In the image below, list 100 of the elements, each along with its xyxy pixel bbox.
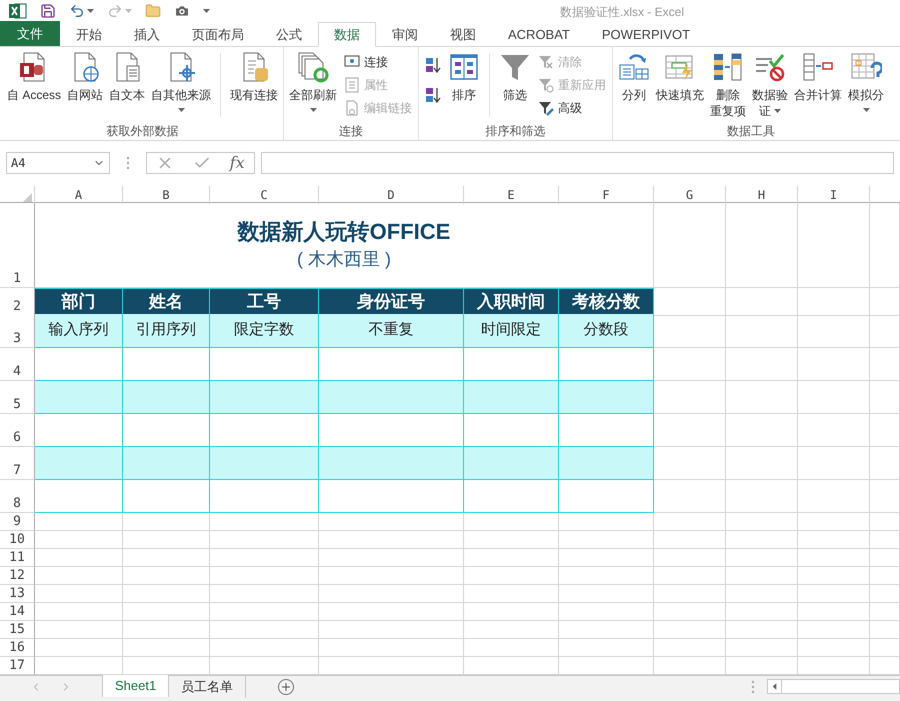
name-box[interactable]: A4 (6, 152, 110, 174)
grid-cell (654, 414, 726, 447)
grid-cell (726, 288, 798, 316)
ribbon-button[interactable]: 现有连接 (227, 47, 282, 125)
column-header[interactable]: C (210, 186, 319, 204)
ribbon-tab[interactable]: 开始 (60, 22, 118, 47)
clear-filter-icon (538, 54, 554, 70)
insert-function-button[interactable]: fx (230, 151, 245, 175)
row-header[interactable]: 16 (0, 639, 35, 657)
grid-cell (798, 639, 870, 657)
grid-cell (654, 447, 726, 480)
ribbon-tab[interactable]: 数据 (318, 22, 376, 47)
grid-cell (654, 381, 726, 414)
refresh-icon (297, 51, 330, 83)
row-header[interactable]: 4 (0, 348, 35, 381)
grid-cell (726, 531, 798, 549)
row-header[interactable]: 12 (0, 567, 35, 585)
column-header[interactable]: I (798, 186, 870, 204)
column-heading: 工号 (210, 288, 319, 316)
row-header[interactable]: 9 (0, 513, 35, 531)
ribbon-tab[interactable]: 插入 (118, 22, 176, 47)
table-cell: 引用序列 (123, 314, 210, 348)
grip-icon (751, 680, 755, 694)
sheet-tab[interactable]: 员工名单 (169, 676, 246, 698)
row-header[interactable]: 11 (0, 549, 35, 567)
ribbon-button[interactable]: 模拟分 (845, 47, 888, 125)
grid-cell (798, 567, 870, 585)
grid-cell (726, 447, 798, 480)
row-header[interactable]: 17 (0, 657, 35, 675)
ribbon-button[interactable]: 自其他来源 (148, 47, 214, 125)
row-header[interactable]: 14 (0, 603, 35, 621)
undo-icon[interactable] (69, 3, 85, 19)
grid-cell (654, 480, 726, 513)
sort-ascending-button[interactable] (425, 57, 442, 73)
ribbon-button[interactable]: 合并计算 (791, 47, 846, 125)
table-cell: 输入序列 (35, 314, 123, 348)
ribbon-button[interactable]: 全部刷新 (286, 47, 340, 125)
add-sheet-button[interactable] (278, 679, 294, 695)
caret-icon (203, 9, 210, 13)
sort-descending-button[interactable] (425, 87, 442, 103)
ribbon-small-button[interactable]: 高级 (538, 99, 606, 117)
spreadsheet-app-icon[interactable] (9, 3, 27, 19)
grid-cell (654, 348, 726, 381)
grid-cell (726, 639, 798, 657)
reapply-filter-icon (538, 77, 554, 93)
column-header[interactable]: A (35, 186, 123, 204)
grid-cell (726, 567, 798, 585)
grid-cell (726, 549, 798, 567)
ribbon-tab[interactable]: 公式 (260, 22, 318, 47)
ribbon-button[interactable]: 排序 (445, 47, 484, 125)
column-heading: 考核分数 (559, 288, 654, 316)
column-header[interactable]: D (319, 186, 464, 204)
ribbon-tab[interactable]: 视图 (434, 22, 492, 47)
column-header[interactable]: E (464, 186, 559, 204)
row-header[interactable]: 13 (0, 585, 35, 603)
ribbon-button[interactable]: 自网站 (64, 47, 106, 125)
formula-input[interactable] (261, 152, 894, 174)
column-header[interactable]: F (559, 186, 654, 204)
camera-icon[interactable] (174, 3, 190, 19)
caret-icon (125, 9, 132, 13)
sheet-tab[interactable]: Sheet1 (102, 675, 170, 697)
column-header[interactable]: B (123, 186, 210, 204)
ribbon-tab[interactable]: POWERPIVOT (586, 22, 706, 47)
ribbon-button[interactable]: 快速填充 (653, 47, 708, 125)
file-tab[interactable]: 文件 (0, 21, 60, 46)
grid-cell (654, 621, 726, 639)
plus-icon (280, 681, 292, 693)
column-header[interactable]: H (726, 186, 798, 204)
row-header[interactable]: 15 (0, 621, 35, 639)
grip-icon (126, 156, 130, 170)
column-header[interactable]: G (654, 186, 726, 204)
grid-cell (654, 603, 726, 621)
row-header[interactable]: 8 (0, 480, 35, 513)
grid-cell (798, 314, 870, 348)
horizontal-scrollbar[interactable] (767, 679, 900, 694)
grid-cell (654, 567, 726, 585)
ribbon-button[interactable]: 分列 (615, 47, 654, 125)
grid-cell (654, 288, 726, 316)
ribbon-small-button[interactable]: 连接 (344, 53, 412, 71)
save-icon[interactable] (40, 3, 56, 19)
ribbon-button[interactable]: 自 Access (4, 47, 64, 125)
redo-icon[interactable] (107, 3, 123, 19)
ribbon-button[interactable]: 筛选 (496, 47, 534, 125)
ribbon-button[interactable]: 自文本 (106, 47, 148, 125)
grid-cell (798, 288, 870, 316)
grid-cell (870, 621, 900, 639)
row-header[interactable]: 3 (0, 314, 35, 348)
ribbon-tab[interactable]: 页面布局 (176, 22, 260, 47)
row-header[interactable]: 6 (0, 414, 35, 447)
row-header[interactable]: 1 (0, 203, 35, 288)
folder-icon[interactable] (145, 3, 161, 19)
ribbon-button[interactable]: 删除 重复项 (707, 47, 750, 125)
grid-cell (870, 585, 900, 603)
ribbon-button[interactable]: 数据验 证 (749, 47, 792, 125)
ribbon-tab[interactable]: 审阅 (376, 22, 434, 47)
row-header[interactable]: 7 (0, 447, 35, 480)
ribbon-tab[interactable]: ACROBAT (492, 22, 586, 47)
row-header[interactable]: 10 (0, 531, 35, 549)
row-header[interactable]: 5 (0, 381, 35, 414)
grid-cell (798, 447, 870, 480)
